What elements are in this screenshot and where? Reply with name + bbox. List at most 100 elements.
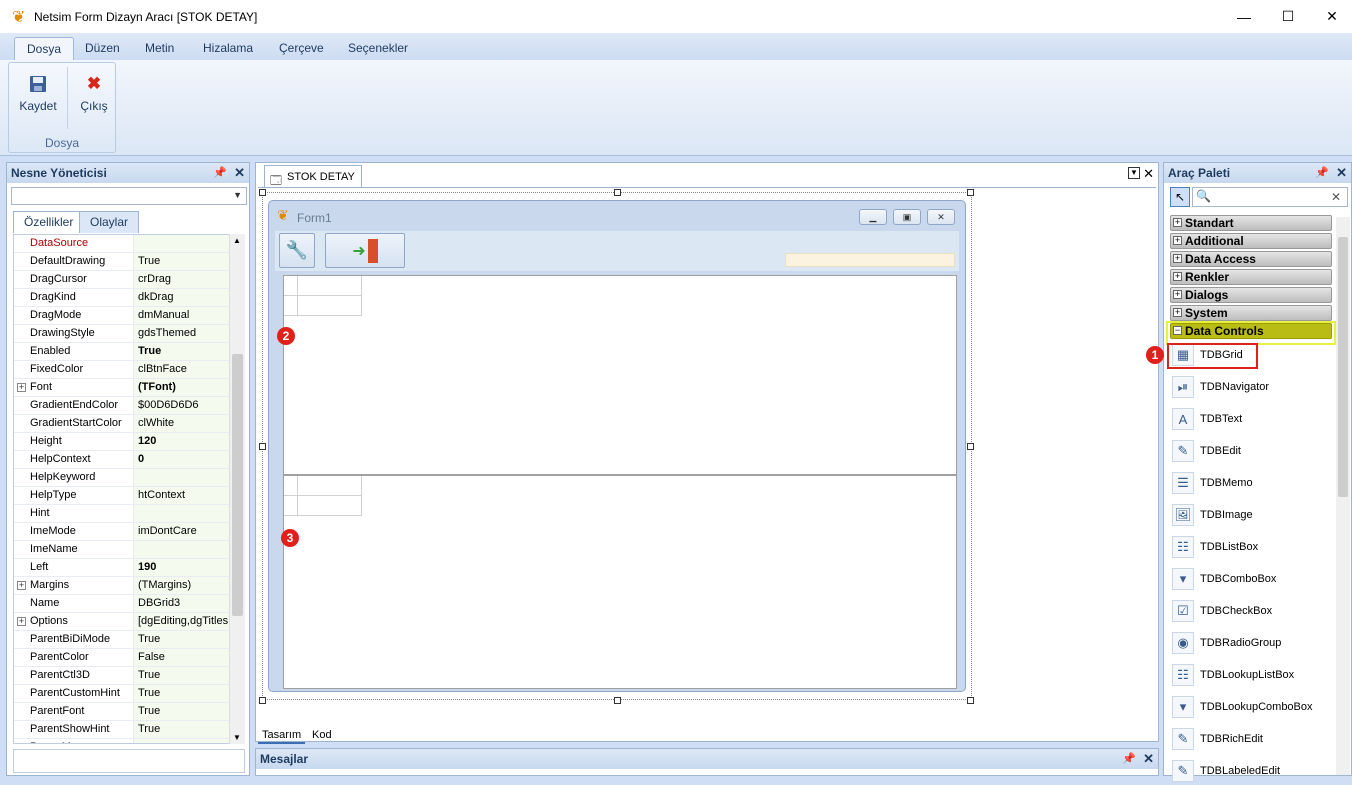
design-canvas[interactable]: ❦ Form1 ▁ ▣ ✕ 🔧 ➜ 2 3 xyxy=(258,187,1156,727)
palette-item-tdbnavigator[interactable]: ⏯ TDBNavigator xyxy=(1172,373,1269,401)
expand-icon[interactable]: + xyxy=(17,617,26,626)
property-value[interactable]: True xyxy=(134,253,244,270)
resize-handle[interactable] xyxy=(967,697,974,704)
property-value[interactable]: 120 xyxy=(134,433,244,450)
palette-item-tdbcombobox[interactable]: ▾ TDBComboBox xyxy=(1172,565,1276,593)
tab-properties[interactable]: Özellikler xyxy=(13,211,85,233)
property-value[interactable]: (TFont) xyxy=(134,379,244,396)
pin-icon[interactable]: 📌 xyxy=(1315,166,1329,179)
property-value[interactable] xyxy=(134,739,244,743)
palette-search-input[interactable]: 🔍 ✕ xyxy=(1192,187,1348,207)
resize-handle[interactable] xyxy=(967,443,974,450)
property-value[interactable]: True xyxy=(134,631,244,648)
save-button[interactable]: Kaydet xyxy=(11,69,65,129)
property-row[interactable]: DataSource xyxy=(14,235,244,253)
property-row[interactable]: ParentColor False xyxy=(14,649,244,667)
minimize-button[interactable]: — xyxy=(1221,0,1267,33)
property-value[interactable] xyxy=(134,541,244,558)
form-close-button[interactable]: ✕ xyxy=(927,209,955,225)
palette-item-tdbmemo[interactable]: ☰ TDBMemo xyxy=(1172,469,1253,497)
tab-metin[interactable]: Metin xyxy=(133,37,186,60)
property-row[interactable]: GradientStartColor clWhite xyxy=(14,415,244,433)
scrollbar-thumb[interactable] xyxy=(232,354,243,616)
property-row[interactable]: ParentFont True xyxy=(14,703,244,721)
property-row[interactable]: DragKind dkDrag xyxy=(14,289,244,307)
property-row[interactable]: + Options [dgEditing,dgTitles, xyxy=(14,613,244,631)
pointer-tool-icon[interactable]: ↖ xyxy=(1170,187,1190,207)
property-value[interactable] xyxy=(134,469,244,486)
maximize-button[interactable]: ☐ xyxy=(1265,0,1311,33)
palette-category-system[interactable]: + System xyxy=(1170,305,1332,321)
property-row[interactable]: ParentCtl3D True xyxy=(14,667,244,685)
tab-cerceve[interactable]: Çerçeve xyxy=(267,37,336,60)
tab-stok-detay[interactable]: 🗔 STOK DETAY xyxy=(264,165,362,187)
property-row[interactable]: DrawingStyle gdsThemed xyxy=(14,325,244,343)
resize-handle[interactable] xyxy=(967,189,974,196)
property-value[interactable]: True xyxy=(134,343,244,360)
property-row[interactable]: Height 120 xyxy=(14,433,244,451)
palette-item-tdbcheckbox[interactable]: ☑ TDBCheckBox xyxy=(1172,597,1272,625)
palette-item-tdbedit[interactable]: ✎ TDBEdit xyxy=(1172,437,1241,465)
close-icon[interactable]: ✕ xyxy=(234,165,245,181)
dbgrid-1[interactable] xyxy=(283,275,957,475)
property-value[interactable]: htContext xyxy=(134,487,244,504)
property-row[interactable]: ImeMode imDontCare xyxy=(14,523,244,541)
property-value[interactable]: dmManual xyxy=(134,307,244,324)
palette-category-renkler[interactable]: + Renkler xyxy=(1170,269,1332,285)
property-row[interactable]: ParentShowHint True xyxy=(14,721,244,739)
property-row[interactable]: GradientEndColor $00D6D6D6 xyxy=(14,397,244,415)
dropdown-icon[interactable]: ▼ xyxy=(1128,167,1140,179)
object-selector-dropdown[interactable]: ▼ xyxy=(11,187,247,205)
tab-events[interactable]: Olaylar xyxy=(79,211,140,233)
property-row[interactable]: HelpContext 0 xyxy=(14,451,244,469)
tab-hizalama[interactable]: Hizalama xyxy=(191,37,265,60)
resize-handle[interactable] xyxy=(614,189,621,196)
close-icon[interactable]: ✕ xyxy=(1143,751,1154,767)
property-row[interactable]: Enabled True xyxy=(14,343,244,361)
scroll-up-icon[interactable]: ▲ xyxy=(233,236,241,245)
tab-dosya[interactable]: Dosya xyxy=(14,37,75,60)
property-row[interactable]: + Font (TFont) xyxy=(14,379,244,397)
pin-icon[interactable]: 📌 xyxy=(1122,752,1136,765)
property-value[interactable]: DBGrid3 xyxy=(134,595,244,612)
exit-button[interactable]: ✖ Çıkış xyxy=(67,69,121,129)
tab-design[interactable]: Tasarım xyxy=(258,728,306,744)
property-value[interactable]: 190 xyxy=(134,559,244,576)
palette-category-dialogs[interactable]: + Dialogs xyxy=(1170,287,1332,303)
property-value[interactable]: True xyxy=(134,721,244,738)
property-row[interactable]: Name DBGrid3 xyxy=(14,595,244,613)
property-row[interactable]: FixedColor clBtnFace xyxy=(14,361,244,379)
property-row[interactable]: ImeName xyxy=(14,541,244,559)
property-row[interactable]: HelpType htContext xyxy=(14,487,244,505)
close-button[interactable]: ✕ xyxy=(1309,0,1352,33)
scroll-down-icon[interactable]: ▼ xyxy=(233,733,241,742)
palette-item-tdbradiogroup[interactable]: ◉ TDBRadioGroup xyxy=(1172,629,1281,657)
property-row[interactable]: DefaultDrawing True xyxy=(14,253,244,271)
property-grid-scrollbar[interactable]: ▲ ▼ xyxy=(229,234,245,744)
property-value[interactable]: dkDrag xyxy=(134,289,244,306)
palette-item-tdbimage[interactable]: 🖼 TDBImage xyxy=(1172,501,1253,529)
property-value[interactable]: imDontCare xyxy=(134,523,244,540)
property-value[interactable]: True xyxy=(134,667,244,684)
tab-secenekler[interactable]: Seçenekler xyxy=(336,37,420,60)
property-value[interactable]: [dgEditing,dgTitles, xyxy=(134,613,244,630)
property-value[interactable]: $00D6D6D6 xyxy=(134,397,244,414)
expand-icon[interactable]: + xyxy=(17,383,26,392)
settings-tool-button[interactable]: 🔧 xyxy=(279,233,315,268)
property-value[interactable]: True xyxy=(134,685,244,702)
property-row[interactable]: ParentCustomHint True xyxy=(14,685,244,703)
exit-door-button[interactable]: ➜ xyxy=(325,233,405,268)
dbgrid-2[interactable] xyxy=(283,475,957,689)
form-restore-button[interactable]: ▣ xyxy=(893,209,921,225)
pin-icon[interactable]: 📌 xyxy=(213,166,227,179)
close-icon[interactable]: ✕ xyxy=(1336,165,1347,181)
property-value[interactable] xyxy=(134,505,244,522)
palette-category-standart[interactable]: + Standart xyxy=(1170,215,1332,231)
property-row[interactable]: + Margins (TMargins) xyxy=(14,577,244,595)
form-minimize-button[interactable]: ▁ xyxy=(859,209,887,225)
property-value[interactable]: crDrag xyxy=(134,271,244,288)
property-value[interactable] xyxy=(134,235,244,252)
property-value[interactable]: True xyxy=(134,703,244,720)
resize-handle[interactable] xyxy=(259,697,266,704)
palette-item-tdblabelededit[interactable]: ✎ TDBLabeledEdit xyxy=(1172,757,1280,785)
